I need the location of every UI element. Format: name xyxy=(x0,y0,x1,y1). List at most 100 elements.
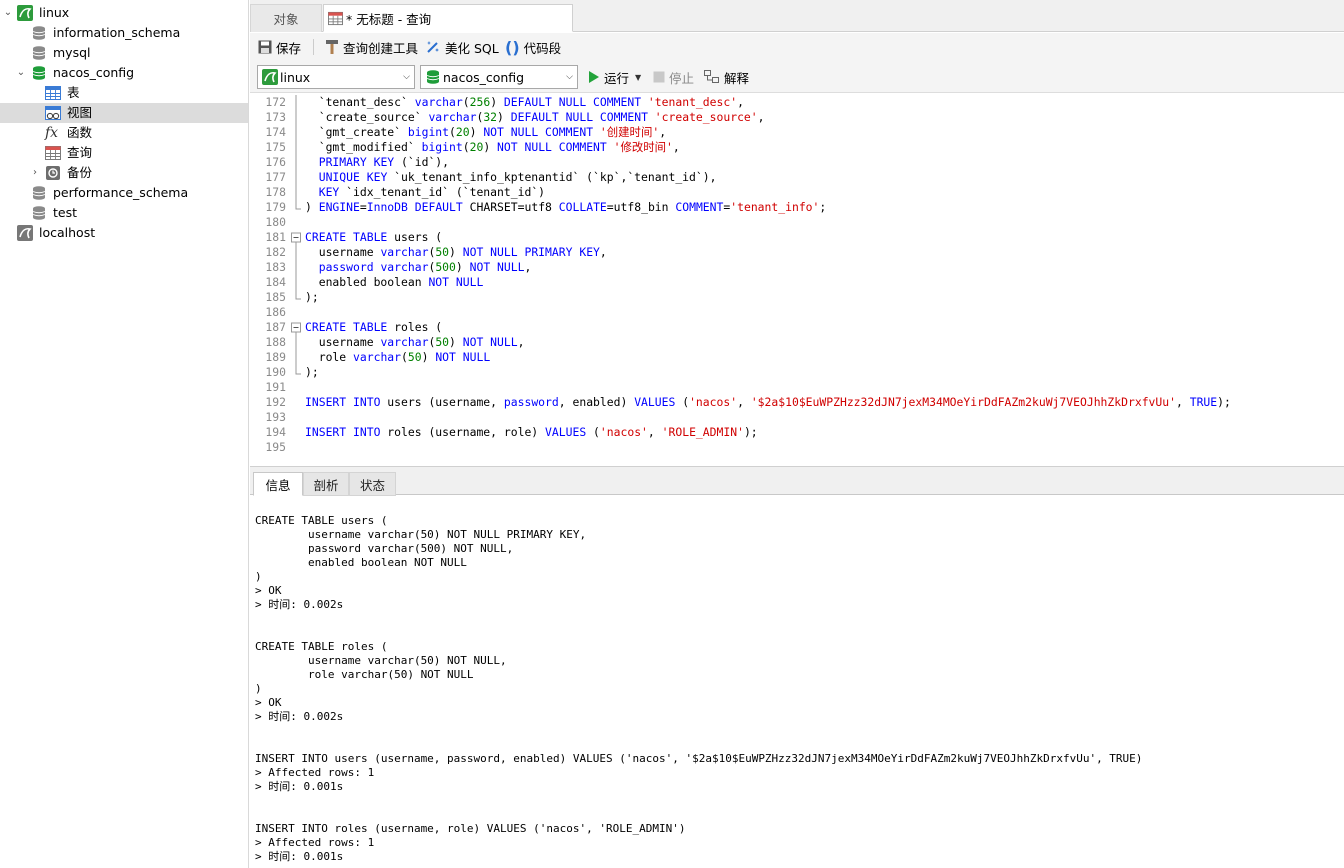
connection-select[interactable]: linux ⌵ xyxy=(257,65,415,89)
fold-gutter xyxy=(291,410,301,425)
tab-label: 对象 xyxy=(273,12,299,27)
code-line[interactable]: 182 username varchar(50) NOT NULL PRIMAR… xyxy=(250,245,1344,260)
tree-connection-label: localhost xyxy=(39,225,96,240)
line-number: 182 xyxy=(265,245,286,259)
line-number: 180 xyxy=(265,215,286,229)
fold-collapse-icon[interactable] xyxy=(291,320,301,335)
output-line: > OK xyxy=(255,584,282,597)
code-line[interactable]: 188 username varchar(50) NOT NULL, xyxy=(250,335,1344,350)
tree-connection-localhost[interactable]: localhost xyxy=(0,223,248,243)
tree-item-functions[interactable]: fx 函数 xyxy=(0,123,248,143)
tree-item-tables[interactable]: 表 xyxy=(0,83,248,103)
tab-status[interactable]: 状态 xyxy=(349,472,396,496)
connection-select-value: linux xyxy=(280,69,311,85)
code-line[interactable]: 192 INSERT INTO users (username, password… xyxy=(250,395,1344,410)
fold-guide xyxy=(291,335,301,350)
tree-db-mysql[interactable]: mysql xyxy=(0,43,248,63)
code-line[interactable]: 175 `gmt_modified` bigint(20) NOT NULL C… xyxy=(250,140,1344,155)
chevron-down-icon[interactable]: ▼ xyxy=(635,73,641,82)
tree-connection-label: linux xyxy=(39,5,70,20)
code-text: role varchar(50) NOT NULL xyxy=(305,350,491,364)
tree-item-queries[interactable]: 查询 xyxy=(0,143,248,163)
tab-info[interactable]: 信息 xyxy=(253,472,303,496)
fold-guide xyxy=(291,155,301,170)
tree-db-performance-schema[interactable]: performance_schema xyxy=(0,183,248,203)
tree-connection-linux[interactable]: ⌄ linux xyxy=(0,3,248,23)
tab-query[interactable]: * 无标题 - 查询 xyxy=(323,4,573,32)
output-line: > 时间: 0.001s xyxy=(255,780,344,793)
sql-editor[interactable]: 172 `tenant_desc` varchar(256) DEFAULT N… xyxy=(250,94,1344,465)
database-select[interactable]: nacos_config ⌵ xyxy=(420,65,578,89)
run-button[interactable]: 运行 ▼ xyxy=(588,67,641,87)
mysql-connection-icon xyxy=(262,69,278,85)
code-line[interactable]: 186 xyxy=(250,305,1344,320)
code-line[interactable]: 187 CREATE TABLE roles ( xyxy=(250,320,1344,335)
fold-gutter xyxy=(291,215,301,230)
code-line[interactable]: 190); xyxy=(250,365,1344,380)
chevron-right-icon[interactable]: › xyxy=(30,168,40,178)
stop-button[interactable]: 停止 xyxy=(653,67,694,87)
tab-profile[interactable]: 剖析 xyxy=(303,472,349,496)
code-line[interactable]: 181 CREATE TABLE users ( xyxy=(250,230,1344,245)
output-line: enabled boolean NOT NULL xyxy=(255,556,467,569)
code-line[interactable]: 180 xyxy=(250,215,1344,230)
fold-end-marker xyxy=(291,290,301,305)
tree-db-information-schema[interactable]: information_schema xyxy=(0,23,248,43)
line-number: 177 xyxy=(265,170,286,184)
fold-guide xyxy=(291,170,301,185)
query-builder-button[interactable]: 查询创建工具 xyxy=(325,37,418,57)
tree-item-views[interactable]: 视图 xyxy=(0,103,248,123)
code-line[interactable]: 189 role varchar(50) NOT NULL xyxy=(250,350,1344,365)
code-line[interactable]: 184 enabled boolean NOT NULL xyxy=(250,275,1344,290)
tree-item-backups[interactable]: › 备份 xyxy=(0,163,248,183)
tree-db-test[interactable]: test xyxy=(0,203,248,223)
hammer-icon xyxy=(326,40,338,54)
tree-item-label: 查询 xyxy=(67,145,93,160)
function-icon: fx xyxy=(45,125,59,141)
code-text: `gmt_modified` bigint(20) NOT NULL COMME… xyxy=(305,140,680,154)
chevron-down-icon[interactable]: ⌄ xyxy=(16,68,26,78)
line-number: 179 xyxy=(265,200,286,214)
stop-label: 停止 xyxy=(669,70,695,86)
mysql-connection-disconnected-icon xyxy=(17,225,33,241)
code-line[interactable]: 185); xyxy=(250,290,1344,305)
line-number: 174 xyxy=(265,125,286,139)
fold-guide xyxy=(291,95,301,110)
code-line[interactable]: 174 `gmt_create` bigint(20) NOT NULL COM… xyxy=(250,125,1344,140)
code-line[interactable]: 194 INSERT INTO roles (username, role) VA… xyxy=(250,425,1344,440)
snippet-button[interactable]: () 代码段 xyxy=(505,37,561,57)
code-line[interactable]: 195 xyxy=(250,440,1344,455)
code-text: enabled boolean NOT NULL xyxy=(305,275,484,289)
fold-collapse-icon[interactable] xyxy=(291,230,301,245)
code-line[interactable]: 176 PRIMARY KEY (`id`), xyxy=(250,155,1344,170)
code-line[interactable]: 183 password varchar(500) NOT NULL, xyxy=(250,260,1344,275)
code-line[interactable]: 172 `tenant_desc` varchar(256) DEFAULT N… xyxy=(250,95,1344,110)
save-button[interactable]: 保存 xyxy=(258,37,301,57)
fold-gutter xyxy=(291,440,301,455)
fold-gutter xyxy=(291,425,301,440)
tree-item-label: 函数 xyxy=(67,125,93,140)
fold-end-marker xyxy=(291,200,301,215)
explain-icon xyxy=(704,70,719,83)
stop-icon xyxy=(653,71,665,83)
beautify-sql-button[interactable]: 美化 SQL xyxy=(425,37,499,57)
explain-button[interactable]: 解释 xyxy=(704,67,749,87)
chevron-down-icon[interactable]: ⌄ xyxy=(3,8,13,18)
tree-db-label: performance_schema xyxy=(53,185,189,200)
tab-objects[interactable]: 对象 xyxy=(250,4,322,32)
code-line[interactable]: 178 KEY `idx_tenant_id` (`tenant_id`) xyxy=(250,185,1344,200)
tree-db-nacos-config[interactable]: ⌄ nacos_config xyxy=(0,63,248,83)
code-text: `create_source` varchar(32) DEFAULT NULL… xyxy=(305,110,765,124)
code-line[interactable]: 179) ENGINE=InnoDB DEFAULT CHARSET=utf8 … xyxy=(250,200,1344,215)
document-tab-bar: 对象 * 无标题 - 查询 xyxy=(250,0,1344,32)
code-line[interactable]: 191 xyxy=(250,380,1344,395)
line-number: 172 xyxy=(265,95,286,109)
code-line[interactable]: 177 UNIQUE KEY `uk_tenant_info_kptenanti… xyxy=(250,170,1344,185)
fold-gutter xyxy=(291,380,301,395)
code-text: password varchar(500) NOT NULL, xyxy=(318,260,532,274)
line-number: 190 xyxy=(265,365,286,379)
code-line[interactable]: 193 xyxy=(250,410,1344,425)
tab-label: 状态 xyxy=(359,477,385,493)
code-line[interactable]: 173 `create_source` varchar(32) DEFAULT … xyxy=(250,110,1344,125)
message-output: CREATE TABLE users ( username varchar(50… xyxy=(250,496,1344,868)
